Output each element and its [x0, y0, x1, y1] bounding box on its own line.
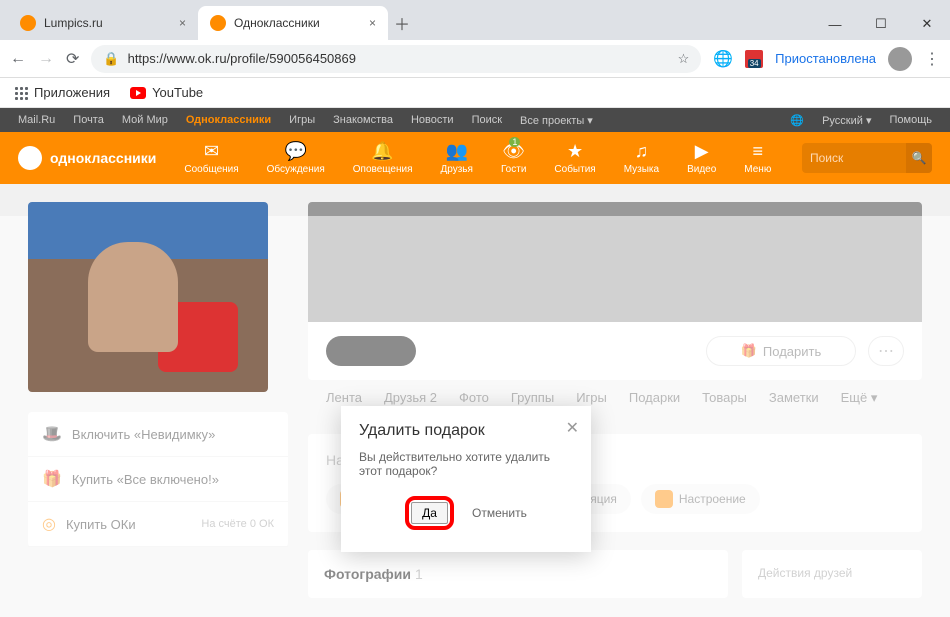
modal-text: Вы действительно хотите удалить этот под…	[359, 450, 573, 478]
strip-link[interactable]: Все проекты ▾	[520, 114, 593, 127]
favicon-icon	[210, 15, 226, 31]
url-text: https://www.ok.ru/profile/590056450869	[128, 51, 356, 66]
close-button[interactable]: ✕	[904, 8, 950, 40]
browser-tabs: Lumpics.ru × Одноклассники × ＋	[8, 6, 416, 40]
globe-icon[interactable]: 🌐	[713, 49, 733, 69]
tab-title: Одноклассники	[234, 16, 320, 30]
youtube-label: YouTube	[152, 85, 203, 100]
modal-title: Удалить подарок	[359, 422, 573, 440]
window-titlebar: Lumpics.ru × Одноклассники × ＋ ― ☐ ✕	[0, 0, 950, 40]
minimize-button[interactable]: ―	[812, 8, 858, 40]
menu-kebab-icon[interactable]: ⋮	[924, 49, 940, 69]
strip-link[interactable]: Игры	[289, 114, 315, 126]
search-input[interactable]: Поиск 🔍	[802, 143, 932, 173]
nav-video[interactable]: ▶Видео	[687, 141, 716, 175]
nav-notifications[interactable]: 🔔Оповещения	[353, 141, 413, 175]
nav-events[interactable]: ★События	[554, 141, 595, 175]
strip-link[interactable]: Почта	[73, 114, 104, 126]
ok-logo[interactable]: одноклассники	[18, 146, 156, 170]
ok-brand: одноклассники	[50, 150, 156, 166]
bookmark-youtube[interactable]: YouTube	[130, 85, 203, 100]
bookmarks-bar: Приложения YouTube	[0, 78, 950, 108]
profile-photo[interactable]	[28, 202, 268, 392]
tab-ok[interactable]: Одноклассники ×	[198, 6, 388, 40]
ok-logo-icon	[18, 146, 42, 170]
youtube-icon	[130, 87, 146, 99]
close-icon[interactable]: ×	[369, 16, 376, 30]
lock-icon: 🔒	[103, 51, 119, 67]
nav-messages[interactable]: ✉Сообщения	[184, 141, 238, 175]
strip-link[interactable]: Mail.Ru	[18, 114, 55, 126]
apps-grid-icon	[14, 86, 28, 100]
adblock-icon[interactable]	[745, 50, 763, 68]
lang-icon: 🌐	[790, 114, 804, 127]
reload-button[interactable]: ⟳	[66, 49, 79, 69]
maximize-button[interactable]: ☐	[858, 8, 904, 40]
search-icon[interactable]: 🔍	[906, 143, 932, 173]
apps-label: Приложения	[34, 85, 110, 100]
forward-button[interactable]: →	[38, 50, 54, 68]
back-button[interactable]: ←	[10, 50, 26, 68]
strip-link[interactable]: Поиск	[472, 114, 502, 126]
window-controls: ― ☐ ✕	[812, 8, 950, 40]
ok-navbar: одноклассники ✉Сообщения 💬Обсуждения 🔔Оп…	[0, 132, 950, 184]
close-icon[interactable]: ✕	[566, 418, 579, 438]
bookmark-star-icon[interactable]: ☆	[678, 51, 690, 67]
profile-paused[interactable]: Приостановлена	[775, 51, 876, 66]
strip-link[interactable]: Мой Мир	[122, 114, 168, 126]
page-content: Mail.Ru Почта Мой Мир Одноклассники Игры…	[0, 108, 950, 617]
nav-friends[interactable]: 👥Друзья	[441, 141, 473, 175]
nav-discussions[interactable]: 💬Обсуждения	[267, 141, 325, 175]
address-bar: ← → ⟳ 🔒 https://www.ok.ru/profile/590056…	[0, 40, 950, 78]
tab-lumpics[interactable]: Lumpics.ru ×	[8, 6, 198, 40]
lang-select[interactable]: Русский ▾	[822, 114, 871, 127]
strip-link[interactable]: Новости	[411, 114, 454, 126]
favicon-icon	[20, 15, 36, 31]
strip-link[interactable]: Знакомства	[333, 114, 393, 126]
apps-shortcut[interactable]: Приложения	[14, 85, 110, 100]
extensions: 🌐 Приостановлена ⋮	[713, 47, 940, 71]
highlight-box: Да	[405, 496, 454, 530]
nav-music[interactable]: ♫Музыка	[624, 141, 659, 175]
help-link[interactable]: Помощь	[890, 114, 933, 126]
confirm-button[interactable]: Да	[411, 502, 448, 524]
cancel-button[interactable]: Отменить	[472, 506, 527, 520]
mailru-strip: Mail.Ru Почта Мой Мир Одноклассники Игры…	[0, 108, 950, 132]
close-icon[interactable]: ×	[179, 16, 186, 30]
search-placeholder: Поиск	[810, 151, 843, 165]
new-tab-button[interactable]: ＋	[388, 6, 416, 40]
url-input[interactable]: 🔒 https://www.ok.ru/profile/590056450869…	[91, 45, 701, 73]
profile-avatar[interactable]	[888, 47, 912, 71]
strip-link-active[interactable]: Одноклассники	[186, 114, 271, 126]
tab-title: Lumpics.ru	[44, 16, 103, 30]
delete-gift-modal: ✕ Удалить подарок Вы действительно хотит…	[341, 406, 591, 552]
nav-guests[interactable]: 👁Гости1	[501, 141, 526, 175]
nav-menu[interactable]: ≡Меню	[744, 141, 771, 175]
